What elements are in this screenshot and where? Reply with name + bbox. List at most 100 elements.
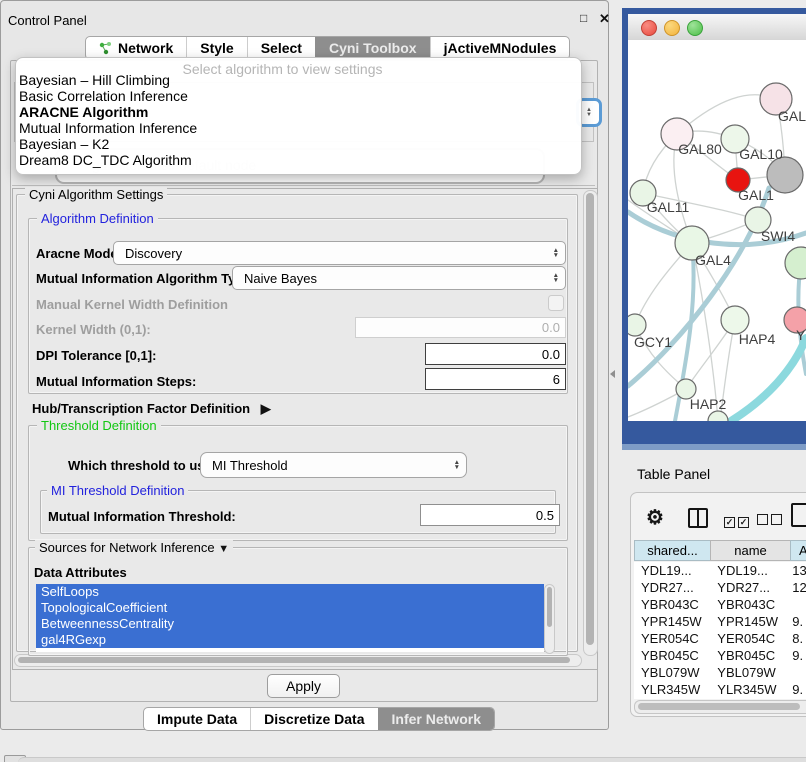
table-row[interactable]: YDL19...YDL19...13 [634, 562, 806, 579]
table-horizontal-scrollbar-thumb[interactable] [638, 703, 800, 710]
mi-algorithm-type-combo[interactable]: Naive Bayes ▲▼ [232, 266, 566, 290]
tab-infer-network-label: Infer Network [392, 711, 481, 727]
algorithm-list-item[interactable]: Mutual Information Inference [19, 120, 197, 136]
which-threshold-combo[interactable]: MI Threshold ▲▼ [200, 452, 467, 478]
attributes-scrollbar[interactable] [544, 584, 555, 654]
table-cell-name: YLR345W [711, 682, 790, 697]
algorithm-definition-title: Algorithm Definition [37, 211, 158, 226]
attributes-scrollbar-thumb[interactable] [547, 587, 552, 627]
deselect-checkboxes-icon[interactable] [757, 512, 785, 530]
table-row[interactable]: YER054CYER054C8. [634, 630, 806, 647]
manual-kernel-width-label: Manual Kernel Width Definition [36, 297, 228, 312]
table-row[interactable]: YBL079WYBL079W [634, 664, 806, 681]
table-row[interactable]: YIL052CYIL052C0. [634, 698, 806, 699]
data-attribute-item[interactable]: TopologicalCoefficient [36, 600, 544, 616]
table-row[interactable]: YPR145WYPR145W9. [634, 613, 806, 630]
apply-button[interactable]: Apply [267, 674, 340, 698]
network-node-label: GCY1 [634, 334, 672, 350]
column-header-partial[interactable]: A [790, 540, 806, 561]
mi-threshold-definition-title: MI Threshold Definition [47, 483, 188, 498]
algorithm-list-item[interactable]: Dream8 DC_TDC Algorithm [19, 152, 192, 168]
table-cell-name: YBL079W [711, 665, 790, 680]
network-node[interactable] [785, 247, 806, 279]
algorithm-list-item[interactable]: Basic Correlation Inference [19, 88, 188, 104]
dpi-tolerance-field[interactable] [425, 343, 566, 365]
float-window-icon[interactable]: □ [580, 11, 587, 25]
network-node-label: GAL1 [738, 187, 774, 203]
mi-steps-field[interactable] [425, 368, 566, 390]
zoom-traffic-light-icon[interactable] [687, 20, 703, 36]
combo-arrows-icon: ▲▼ [553, 248, 559, 258]
hub-definition-expander[interactable]: Hub/Transcription Factor Definition ▶ [32, 401, 271, 417]
kernel-width-field[interactable] [355, 317, 566, 338]
splitpane-collapse-arrow[interactable] [610, 370, 615, 378]
minimize-traffic-light-icon[interactable] [664, 20, 680, 36]
data-attributes-list[interactable]: SelfLoopsTopologicalCoefficientBetweenne… [36, 584, 544, 652]
table-cell-value: 9. [790, 614, 806, 629]
collapse-down-icon: ▼ [218, 543, 229, 555]
mi-threshold-field[interactable] [420, 504, 560, 526]
node-table[interactable]: YDL19...YDL19...13YDR27...YDR27...12YBR0… [634, 562, 806, 699]
table-row[interactable]: YBR045CYBR045C9. [634, 647, 806, 664]
split-column-icon[interactable] [688, 508, 708, 528]
settings-vertical-scrollbar[interactable] [583, 190, 598, 656]
expander-right-icon: ▶ [261, 401, 271, 416]
network-node[interactable] [708, 411, 728, 421]
close-window-icon[interactable]: ✕ [599, 11, 610, 27]
combo-arrows-icon: ▲▼ [454, 460, 460, 470]
network-node-label: GAL80 [678, 141, 722, 157]
table-cell-name: YPR145W [711, 614, 790, 629]
mi-steps-label: Mutual Information Steps: [36, 374, 196, 389]
select-all-checkboxes-icon[interactable]: ✓✓ [724, 512, 752, 530]
settings-vertical-scrollbar-thumb[interactable] [586, 193, 594, 645]
column-header-name[interactable]: name [710, 540, 791, 561]
table-row[interactable]: YLR345WYLR345W9. [634, 681, 806, 698]
tab-impute-data[interactable]: Impute Data [144, 708, 250, 730]
network-edge [731, 338, 806, 421]
which-threshold-value: MI Threshold [212, 458, 288, 473]
network-node-label: GAL [778, 108, 806, 124]
algorithm-list-item[interactable]: ARACNE Algorithm [19, 104, 148, 120]
table-cell-value: 8. [790, 631, 806, 646]
network-window-titlebar[interactable] [628, 14, 806, 41]
settings-horizontal-scrollbar-thumb[interactable] [18, 657, 570, 663]
aracne-mode-value: Discovery [125, 246, 182, 261]
data-attribute-item[interactable]: BetweennessCentrality [36, 616, 544, 632]
table-row[interactable]: YDR27...YDR27...12 [634, 579, 806, 596]
network-node-hap4[interactable] [721, 306, 749, 334]
tab-discretize-data[interactable]: Discretize Data [250, 708, 377, 730]
algorithm-list-item[interactable]: Bayesian – Hill Climbing [19, 72, 170, 88]
table-row[interactable]: YBR043CYBR043C [634, 596, 806, 613]
column-header-shared-name[interactable]: shared... [634, 540, 711, 561]
document-icon[interactable] [791, 503, 806, 527]
table-cell-shared: YER054C [634, 631, 711, 646]
table-settings-gear-icon[interactable]: ⚙ [646, 505, 664, 530]
tab-cyni-toolbox[interactable]: Cyni Toolbox [315, 37, 430, 59]
network-node-gcy1[interactable] [628, 314, 646, 336]
tab-select[interactable]: Select [247, 37, 315, 59]
table-cell-name: YDL19... [711, 563, 790, 578]
mi-threshold-label: Mutual Information Threshold: [48, 509, 236, 524]
table-horizontal-scrollbar[interactable] [634, 700, 806, 714]
data-attribute-item[interactable]: gal4RGexp [36, 632, 544, 648]
data-attribute-item[interactable]: SelfLoops [36, 584, 544, 600]
table-cell-shared: YBR045C [634, 648, 711, 663]
tab-style[interactable]: Style [186, 37, 246, 59]
network-canvas[interactable]: GALGAL80GAL10GAL1GAL11SWI4GAL4GCY1HAP4YH… [628, 40, 806, 421]
screen: Control Panel □ ✕ Network Style Select C… [0, 0, 806, 762]
combo-arrows-icon: ▲▼ [553, 273, 559, 283]
tab-network[interactable]: Network [86, 37, 186, 59]
sources-title-wrap[interactable]: Sources for Network Inference ▼ [35, 540, 233, 555]
table-cell-shared: YBL079W [634, 665, 711, 680]
table-cell-value: 9. [790, 648, 806, 663]
tab-jactivemnodules[interactable]: jActiveMNodules [430, 37, 570, 59]
algorithm-list-item[interactable]: Bayesian – K2 [19, 136, 109, 152]
close-traffic-light-icon[interactable] [641, 20, 657, 36]
tab-jactivemnodules-label: jActiveMNodules [444, 40, 557, 56]
manual-kernel-width-checkbox[interactable] [548, 295, 564, 311]
aracne-mode-combo[interactable]: Discovery ▲▼ [113, 241, 566, 265]
tab-infer-network[interactable]: Infer Network [378, 708, 494, 730]
network-edge [692, 243, 718, 421]
network-node-label: GAL10 [739, 146, 783, 162]
hub-definition-label: Hub/Transcription Factor Definition [32, 401, 250, 416]
